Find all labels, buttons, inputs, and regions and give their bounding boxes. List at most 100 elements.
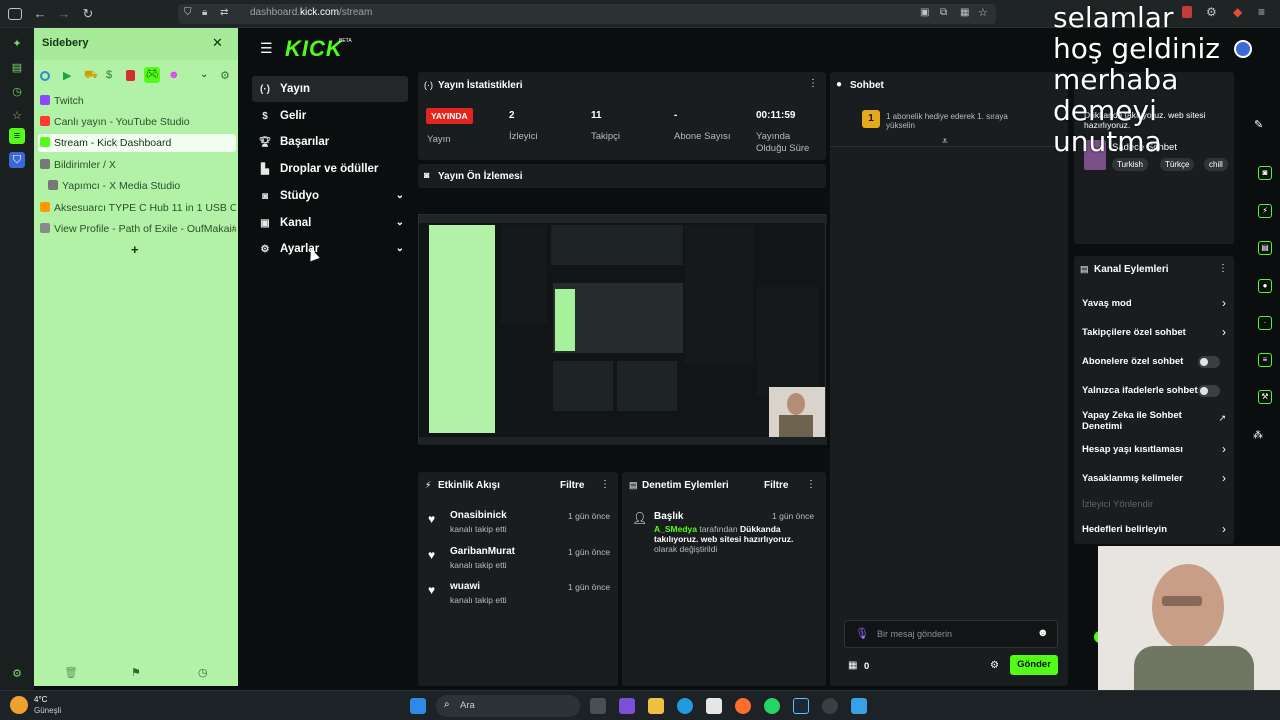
store-icon[interactable]	[706, 698, 722, 714]
nav-basarilar[interactable]: 🏆︎ Başarılar	[252, 129, 408, 155]
taskbar-search[interactable]: ⌕ Ara	[436, 695, 580, 717]
chat-input[interactable]: 🎙︎ Bir mesaj gönderin ☻	[844, 620, 1058, 648]
activity-filter-button[interactable]: Filtre	[560, 480, 584, 491]
trash-icon[interactable]: 🗑︎	[64, 666, 78, 679]
tab-kick-dashboard[interactable]: Stream - Kick Dashboard	[38, 134, 236, 152]
task-view-icon[interactable]	[590, 698, 606, 714]
rail-document-icon[interactable]: ▤	[1258, 241, 1272, 255]
container-default-icon[interactable]	[40, 71, 50, 81]
windows-start-icon[interactable]	[410, 698, 426, 714]
back-icon[interactable]: ←	[32, 6, 48, 22]
external-link-icon[interactable]: ↗	[1218, 413, 1226, 424]
rail-chat-icon[interactable]: ●	[1258, 279, 1272, 293]
ai-moderation-item[interactable]: Yapay Zeka ile Sohbet Denetimi	[1082, 410, 1192, 432]
nav-gelir[interactable]: $ Gelir	[252, 103, 408, 129]
activity-name[interactable]: GaribanMurat	[450, 546, 515, 557]
picture-icon[interactable]: ▣	[920, 7, 929, 18]
rail-broadcast-icon[interactable]: ·	[1258, 316, 1272, 330]
rail-apps-icon[interactable]: ⁂	[1253, 430, 1263, 441]
more-options-icon[interactable]: ⋮	[808, 78, 818, 89]
chevron-right-icon[interactable]: ›	[1222, 296, 1226, 310]
steam-icon[interactable]	[793, 698, 809, 714]
chevron-right-icon[interactable]: ›	[1222, 442, 1226, 456]
history-icon[interactable]: ◷	[9, 84, 25, 100]
new-tab-button[interactable]: +	[131, 242, 139, 257]
file-explorer-icon[interactable]	[648, 698, 664, 714]
settings-gear-icon[interactable]: ⚙	[9, 666, 25, 682]
weather-desc[interactable]: Güneşli	[34, 706, 61, 715]
mask-icon[interactable]: ☻	[168, 69, 180, 81]
forward-icon[interactable]: →	[56, 6, 72, 22]
bookmark-star-icon[interactable]: ☆	[978, 6, 988, 19]
tab-x-notifications[interactable]: Bildirimler / X	[38, 156, 236, 174]
rail-bolt-icon[interactable]: ⚡︎	[1258, 204, 1272, 218]
gift-promo-text[interactable]: 1 abonelik hediye ederek 1. sıraya yükse…	[886, 112, 1036, 130]
rail-list-icon[interactable]: ≡	[1258, 353, 1272, 367]
chevron-down-icon[interactable]: ⌄	[200, 69, 208, 80]
nav-yayin[interactable]: (·) Yayın	[252, 76, 408, 102]
hamburger-menu-icon[interactable]: ☰	[260, 40, 273, 57]
lock-icon[interactable]: 🔒︎	[202, 7, 207, 18]
rail-wrench-icon[interactable]: ⚒	[1258, 390, 1272, 404]
nav-ayarlar[interactable]: ⚙ Ayarlar ⌄	[252, 236, 408, 262]
activity-name[interactable]: Onasibinick	[450, 510, 507, 521]
tag-chip[interactable]: Türkçe	[1160, 158, 1195, 171]
extensions-grid-icon[interactable]: ▦	[960, 7, 969, 18]
firefox-icon[interactable]	[735, 698, 751, 714]
photos-icon[interactable]	[851, 698, 867, 714]
chevron-down-icon[interactable]: ⌄	[396, 210, 404, 236]
close-icon[interactable]: ✕	[212, 35, 223, 51]
address-bar[interactable]: ⛉ 🔒︎ ⇄ dashboard.kick.com/stream ▣ ⧉ ▦ ☆	[178, 4, 996, 24]
moderation-filter-button[interactable]: Filtre	[764, 480, 788, 491]
emote-only-toggle[interactable]	[1198, 385, 1220, 397]
slow-mode-item[interactable]: Yavaş mod	[1082, 298, 1232, 309]
more-options-icon[interactable]: ⋮	[806, 479, 816, 490]
goals-item[interactable]: Hedefleri belirleyin	[1082, 524, 1232, 535]
settings-icon[interactable]: ⚙	[220, 69, 230, 82]
tab-twitch[interactable]: Twitch	[38, 92, 236, 110]
send-button[interactable]: Gönder	[1010, 655, 1058, 675]
more-options-icon[interactable]: ⋮	[1218, 263, 1228, 274]
chevron-down-icon[interactable]: ⌄	[396, 183, 404, 209]
followers-only-item[interactable]: Takipçilere özel sohbet	[1082, 327, 1232, 338]
activity-name[interactable]: wuawi	[450, 581, 480, 592]
shield-icon[interactable]: ⛉	[9, 152, 25, 168]
emoji-icon[interactable]: ☻	[1037, 627, 1049, 639]
app-icon[interactable]	[619, 698, 635, 714]
play-icon[interactable]: ▶	[63, 69, 71, 82]
subs-only-toggle[interactable]	[1198, 356, 1220, 368]
gamepad-icon[interactable]: 🎮︎	[144, 67, 160, 83]
stream-preview-video[interactable]	[418, 214, 827, 445]
nav-studyo[interactable]: ◙ Stüdyo ⌄	[252, 183, 408, 209]
kick-logo[interactable]: KICK	[285, 36, 343, 62]
edge-icon[interactable]	[677, 698, 693, 714]
tab-x-media-studio[interactable]: Yapımcı - X Media Studio	[46, 177, 236, 195]
dollar-icon[interactable]: $	[106, 69, 112, 81]
rail-capture-icon[interactable]: ◙	[1258, 166, 1272, 180]
chevron-right-icon[interactable]: ›	[1222, 325, 1226, 339]
chevron-right-icon[interactable]: ›	[1222, 471, 1226, 485]
tab-amazon-usb-hub[interactable]: Aksesuarcı TYPE C Hub 11 in 1 USB C Do	[38, 199, 236, 217]
weather-temp[interactable]: 4°C	[34, 695, 47, 704]
tab-path-of-exile[interactable]: View Profile - Path of Exile - OufMakai#…	[38, 220, 236, 238]
bank-icon[interactable]: ▦	[848, 660, 857, 671]
chevron-right-icon[interactable]: ›	[1222, 522, 1226, 536]
whatsapp-icon[interactable]	[764, 698, 780, 714]
nav-kanal[interactable]: ▣ Kanal ⌄	[252, 210, 408, 236]
sparkle-icon[interactable]: ✦	[9, 36, 25, 52]
obs-icon[interactable]	[822, 698, 838, 714]
bag-icon[interactable]	[126, 70, 135, 81]
tag-chip[interactable]: Turkish	[1112, 158, 1148, 171]
more-options-icon[interactable]: ⋮	[600, 479, 610, 490]
weather-icon[interactable]	[10, 696, 28, 714]
bookmarks-icon[interactable]: ☆	[9, 108, 25, 124]
pin-icon[interactable]: ⚑	[131, 666, 141, 679]
chat-settings-icon[interactable]: ⚙	[990, 660, 999, 671]
nav-droplar[interactable]: ▙ Droplar ve ödüller	[252, 156, 408, 182]
microphone-icon[interactable]: 🎙︎	[855, 627, 869, 640]
inbox-icon[interactable]: ▤	[9, 60, 25, 76]
screenshot-icon[interactable]: ⧉	[940, 7, 947, 18]
account-age-item[interactable]: Hesap yaşı kısıtlaması	[1082, 444, 1232, 455]
sidebar-toggle-icon[interactable]	[8, 8, 22, 20]
shield-icon[interactable]: ⛉	[184, 7, 192, 18]
